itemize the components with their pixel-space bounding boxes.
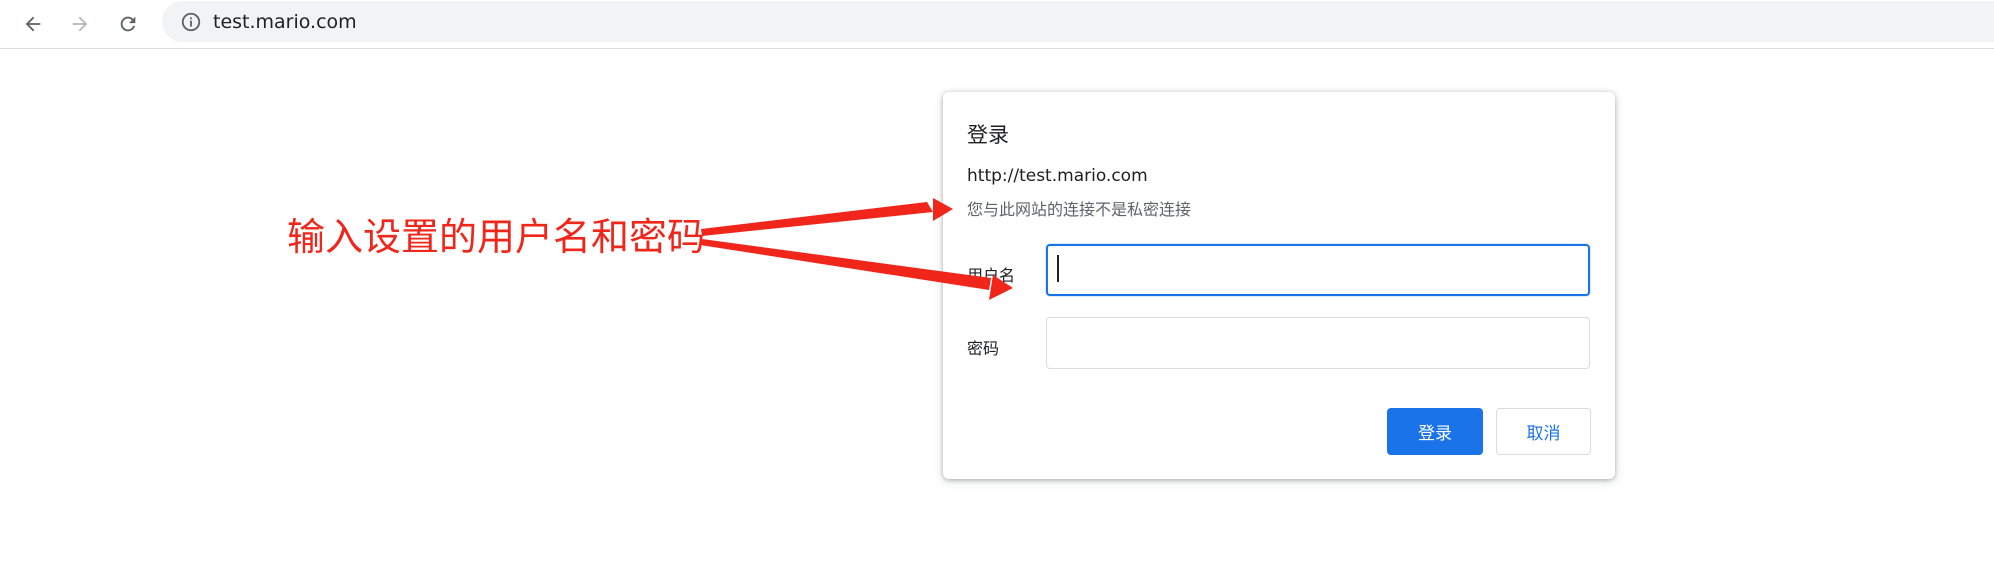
auth-dialog: 登录 http://test.mario.com 您与此网站的连接不是私密连接 … bbox=[943, 92, 1615, 479]
cancel-button[interactable]: 取消 bbox=[1496, 408, 1591, 455]
connection-warning: 您与此网站的连接不是私密连接 bbox=[967, 200, 1192, 219]
address-bar-url[interactable]: test.mario.com bbox=[213, 10, 357, 34]
dialog-site-url: http://test.mario.com bbox=[967, 166, 1148, 186]
info-icon[interactable] bbox=[180, 11, 202, 33]
forward-button[interactable] bbox=[64, 8, 96, 40]
browser-toolbar: test.mario.com bbox=[0, 0, 1994, 49]
arrow-right-icon bbox=[72, 16, 88, 32]
annotation-label: 输入设置的用户名和密码 bbox=[287, 215, 706, 259]
page-content: 登录 http://test.mario.com 您与此网站的连接不是私密连接 … bbox=[0, 49, 1994, 584]
reload-button[interactable] bbox=[112, 8, 144, 40]
username-label: 用户名 bbox=[967, 266, 1016, 285]
address-bar[interactable]: test.mario.com bbox=[162, 1, 1994, 42]
dialog-title: 登录 bbox=[967, 123, 1009, 147]
back-button[interactable] bbox=[17, 8, 49, 40]
password-input[interactable] bbox=[1046, 317, 1590, 369]
reload-icon bbox=[120, 16, 136, 32]
arrow-left-icon bbox=[25, 16, 41, 32]
password-label: 密码 bbox=[967, 339, 1000, 358]
signin-button[interactable]: 登录 bbox=[1387, 408, 1483, 455]
username-input[interactable] bbox=[1046, 244, 1590, 296]
text-caret bbox=[1057, 255, 1059, 282]
